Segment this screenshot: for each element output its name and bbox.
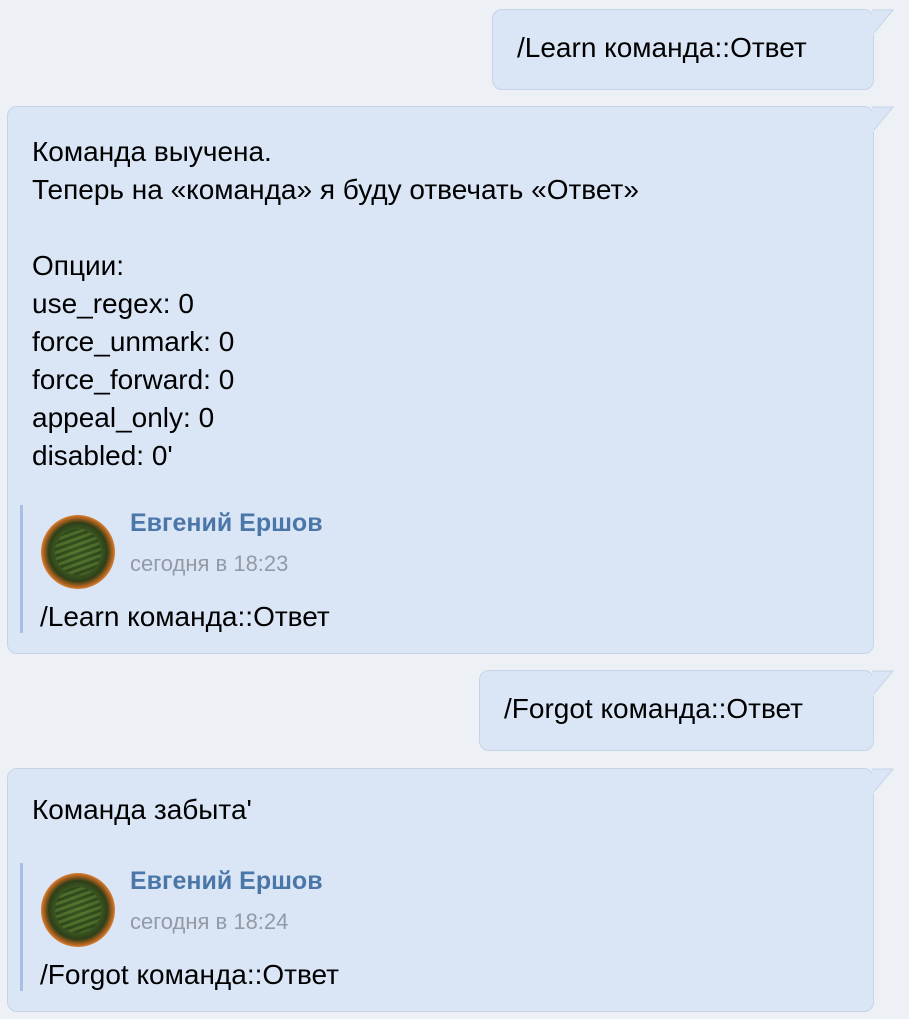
message-bubble[interactable]: Команда забыта' Евгений Ершов сегодня в … — [7, 768, 894, 1012]
forwarded-message[interactable]: Евгений Ершов сегодня в 18:23 /Learn ком… — [20, 505, 853, 633]
message-body: Команда забыта' — [32, 791, 849, 829]
bubble-tail — [872, 670, 894, 696]
bubble-tail — [872, 768, 894, 794]
forwarded-message[interactable]: Евгений Ершов сегодня в 18:24 /Forgot ко… — [20, 863, 853, 991]
message-line: Опции: — [32, 250, 125, 281]
message-line: appeal_only: 0 — [32, 402, 215, 433]
message-line: force_forward: 0 — [32, 364, 235, 395]
quote-text: /Learn команда::Ответ — [40, 601, 330, 632]
avatar[interactable] — [41, 873, 115, 947]
message-line: disabled: 0' — [32, 440, 173, 471]
message-bubble[interactable]: Команда выучена. Теперь на «команда» я б… — [7, 106, 894, 654]
avatar[interactable] — [41, 515, 115, 589]
message-bubble[interactable]: /Learn команда::Ответ — [492, 9, 894, 90]
bubble-tail — [872, 106, 894, 132]
bubble-tail — [872, 9, 894, 35]
quote-timestamp: сегодня в 18:24 — [130, 909, 289, 934]
message-line: force_unmark: 0 — [32, 326, 235, 357]
message-body: Команда выучена. Теперь на «команда» я б… — [32, 133, 849, 475]
quote-author[interactable]: Евгений Ершов — [130, 867, 323, 896]
message-text: /Learn команда::Ответ — [517, 32, 807, 63]
message-bubble[interactable]: /Forgot команда::Ответ — [479, 670, 894, 751]
message-line — [32, 209, 849, 247]
message-line: Команда забыта' — [32, 794, 252, 825]
message-line: Теперь на «команда» я буду отвечать «Отв… — [32, 174, 639, 205]
quote-author[interactable]: Евгений Ершов — [130, 509, 323, 538]
message-line: use_regex: 0 — [32, 288, 194, 319]
message-text: /Forgot команда::Ответ — [504, 693, 804, 724]
quote-text: /Forgot команда::Ответ — [40, 959, 340, 990]
quote-timestamp: сегодня в 18:23 — [130, 551, 289, 576]
message-line: Команда выучена. — [32, 136, 272, 167]
